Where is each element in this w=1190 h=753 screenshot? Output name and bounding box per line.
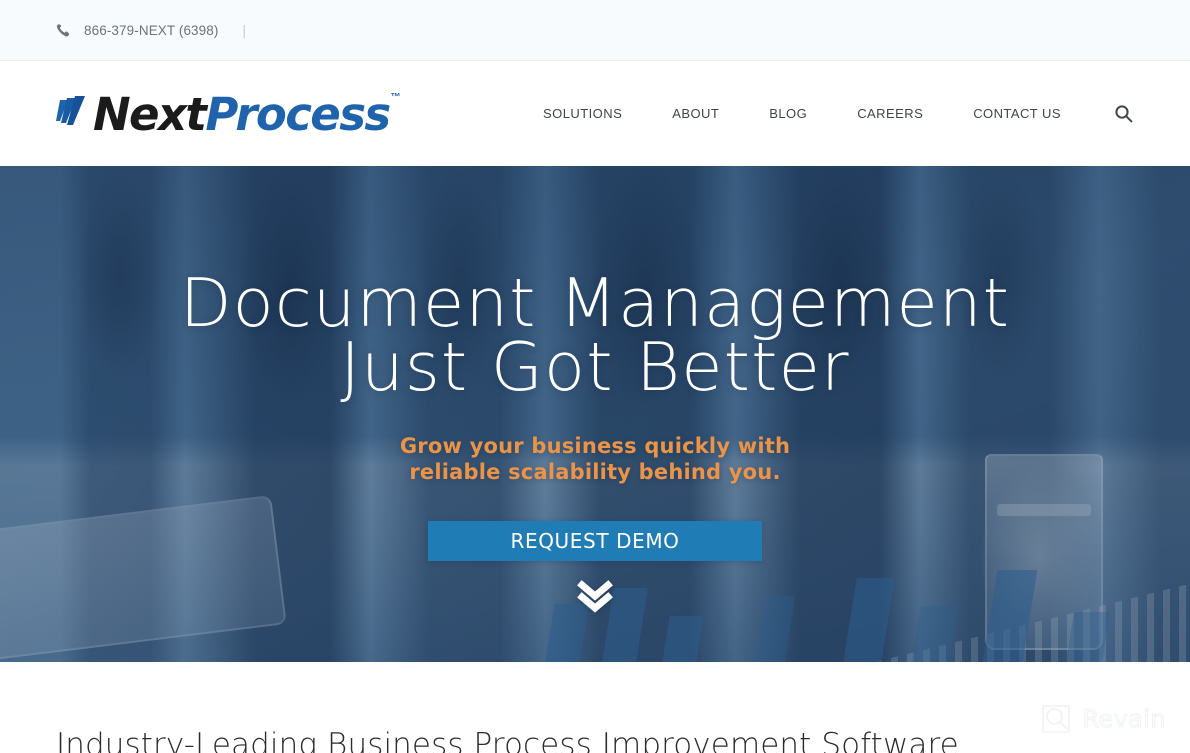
nav-list: SOLUTIONS ABOUT BLOG CAREERS CONTACT US bbox=[518, 106, 1086, 121]
site-header: NextProcess™ SOLUTIONS ABOUT BLOG CAREER… bbox=[0, 61, 1190, 166]
hero-subtitle: Grow your business quickly with reliable… bbox=[0, 433, 1190, 485]
main-navigation: SOLUTIONS ABOUT BLOG CAREERS CONTACT US bbox=[518, 103, 1134, 125]
request-demo-button[interactable]: REQUEST DEMO bbox=[428, 521, 762, 561]
logo-trademark: ™ bbox=[390, 91, 401, 103]
top-utility-bar: 866-379-NEXT (6398) | bbox=[0, 0, 1190, 61]
chevron-double-down-icon bbox=[577, 579, 613, 613]
phone-link[interactable]: 866-379-NEXT (6398) | bbox=[56, 23, 246, 38]
hero-title-line-2: Just Got Better bbox=[340, 328, 850, 406]
nav-item-solutions[interactable]: SOLUTIONS bbox=[518, 106, 647, 121]
hero-content: Document Management Just Got Better Grow… bbox=[0, 166, 1190, 613]
nav-item-blog[interactable]: BLOG bbox=[744, 106, 832, 121]
hero-subtitle-line-2: reliable scalability behind you. bbox=[409, 460, 781, 484]
phone-icon bbox=[56, 23, 71, 38]
intro-section: Industry-Leading Business Process Improv… bbox=[0, 662, 1190, 753]
logo-process-text: Process bbox=[205, 87, 391, 141]
hero-subtitle-line-1: Grow your business quickly with bbox=[399, 434, 791, 458]
logo-chevron-icon bbox=[56, 90, 92, 136]
page-section-title: Industry-Leading Business Process Improv… bbox=[56, 727, 959, 753]
logo-next-text: Next bbox=[93, 87, 207, 141]
topbar-separator: | bbox=[242, 22, 246, 38]
scroll-down-indicator[interactable] bbox=[0, 579, 1190, 613]
nav-item-about[interactable]: ABOUT bbox=[647, 106, 744, 121]
hero-banner: Document Management Just Got Better Grow… bbox=[0, 166, 1190, 662]
site-logo[interactable]: NextProcess™ bbox=[56, 87, 401, 141]
logo-wordmark: NextProcess™ bbox=[93, 87, 401, 141]
nav-item-contact-us[interactable]: CONTACT US bbox=[948, 106, 1086, 121]
phone-number: 866-379-NEXT (6398) bbox=[84, 22, 219, 38]
hero-title: Document Management Just Got Better bbox=[0, 270, 1190, 406]
nav-item-careers[interactable]: CAREERS bbox=[832, 106, 948, 121]
search-icon[interactable] bbox=[1112, 103, 1134, 125]
